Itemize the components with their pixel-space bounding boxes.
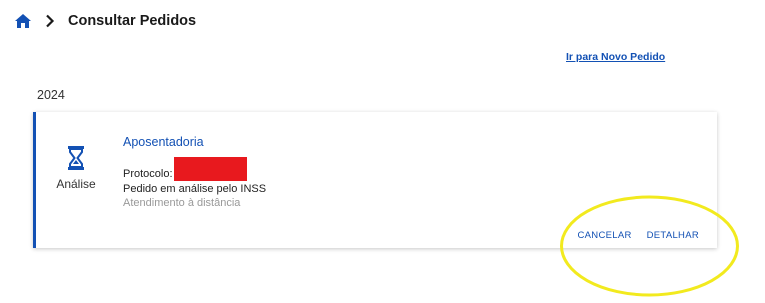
request-card: Análise Aposentadoria Protocolo: Pedido … bbox=[33, 112, 717, 248]
status-label: Análise bbox=[56, 177, 96, 191]
chevron-right-icon bbox=[46, 14, 55, 28]
hourglass-icon bbox=[68, 146, 84, 170]
status-block: Análise bbox=[51, 145, 101, 191]
cancel-button[interactable]: CANCELAR bbox=[577, 230, 631, 241]
protocol-label: Protocolo: bbox=[123, 168, 173, 180]
status-text: Pedido em análise pelo INSS bbox=[123, 183, 267, 195]
channel-text: Atendimento à distância bbox=[123, 197, 241, 209]
breadcrumb: Consultar Pedidos bbox=[14, 11, 196, 31]
protocol-line: Protocolo: bbox=[123, 157, 623, 181]
card-actions: CANCELAR DETALHAR bbox=[577, 230, 699, 241]
protocol-redaction bbox=[173, 157, 247, 181]
request-info: Aposentadoria Protocolo: Pedido em análi… bbox=[123, 134, 623, 210]
page-title: Consultar Pedidos bbox=[68, 13, 197, 29]
benefit-title: Aposentadoria bbox=[123, 135, 204, 149]
details-button[interactable]: DETALHAR bbox=[647, 230, 699, 241]
year-label: 2024 bbox=[37, 88, 65, 102]
home-icon[interactable] bbox=[14, 13, 32, 29]
new-order-link[interactable]: Ir para Novo Pedido bbox=[566, 51, 665, 63]
page: Consultar Pedidos Ir para Novo Pedido 20… bbox=[0, 0, 765, 303]
